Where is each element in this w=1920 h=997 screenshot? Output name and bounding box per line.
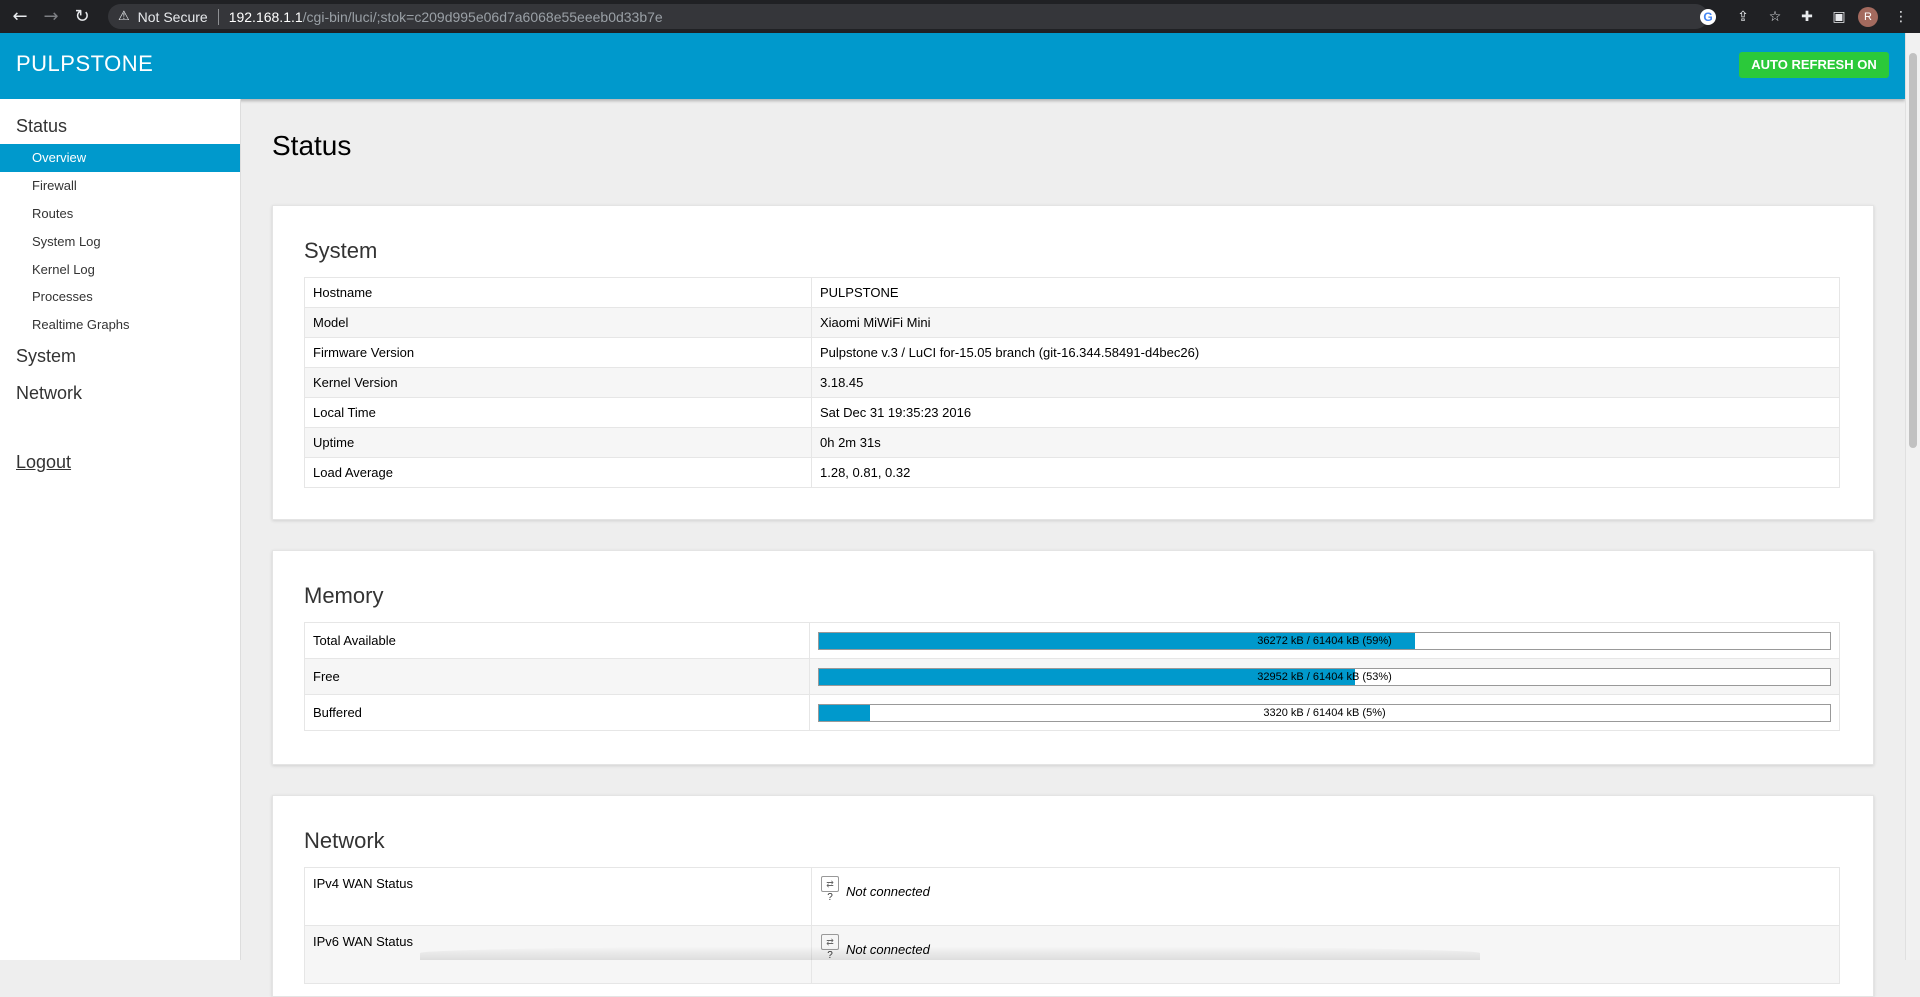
row-value: Xiaomi MiWiFi Mini	[811, 307, 1840, 338]
table-row: Local Time Sat Dec 31 19:35:23 2016	[304, 397, 1840, 428]
table-row: Buffered 3320 kB / 61404 kB (5%)	[304, 694, 1840, 731]
share-icon[interactable]: ⇪	[1730, 9, 1756, 25]
sidebar-network-heading[interactable]: Network	[16, 383, 82, 404]
row-value: Sat Dec 31 19:35:23 2016	[811, 397, 1840, 428]
sidebar-item-realtime-graphs[interactable]: Realtime Graphs	[0, 311, 240, 339]
table-row: Load Average 1.28, 0.81, 0.32	[304, 457, 1840, 488]
sidebar-item-processes[interactable]: Processes	[0, 283, 240, 311]
network-status-icon: ⇄?	[820, 876, 840, 904]
profile-avatar[interactable]: R	[1858, 6, 1878, 27]
memory-card: Memory Total Available 36272 kB / 61404 …	[272, 550, 1874, 765]
memory-bar: 3320 kB / 61404 kB (5%)	[818, 703, 1831, 722]
brand-logo[interactable]: PULPSTONE	[16, 51, 153, 77]
omnibox-divider	[217, 8, 219, 25]
table-row: IPv4 WAN Status ⇄? Not connected	[304, 867, 1840, 926]
network-title: Network	[304, 828, 385, 853]
row-key: Load Average	[304, 457, 812, 488]
row-value: Pulpstone v.3 / LuCI for-15.05 branch (g…	[811, 337, 1840, 368]
sidebar-item-kernel-log[interactable]: Kernel Log	[0, 256, 240, 284]
memory-bar: 32952 kB / 61404 kB (53%)	[818, 667, 1831, 686]
row-value: 36272 kB / 61404 kB (59%)	[809, 622, 1840, 659]
page-scrollbar[interactable]	[1905, 33, 1920, 960]
side-panel-icon[interactable]: ▣	[1826, 9, 1852, 25]
browser-actions: G ⇪ ☆ ✚ ▣ R ⋮	[1700, 0, 1920, 33]
sidebar-item-system-log[interactable]: System Log	[0, 228, 240, 256]
address-bar[interactable]: ⚠ Not Secure 192.168.1.1/cgi-bin/luci/;s…	[108, 4, 1708, 29]
more-menu-icon[interactable]: ⋮	[1888, 9, 1914, 25]
logout-link[interactable]: Logout	[16, 452, 71, 473]
memory-bar-text: 32952 kB / 61404 kB (53%)	[1257, 670, 1392, 683]
sidebar-item-routes[interactable]: Routes	[0, 200, 240, 228]
row-value: 0h 2m 31s	[811, 427, 1840, 458]
extensions-puzzle-icon[interactable]: ✚	[1794, 9, 1820, 25]
auto-refresh-button[interactable]: AUTO REFRESH ON	[1739, 52, 1889, 78]
row-value: 3320 kB / 61404 kB (5%)	[809, 694, 1840, 731]
google-icon[interactable]: G	[1700, 8, 1716, 25]
memory-bar: 36272 kB / 61404 kB (59%)	[818, 631, 1831, 650]
row-key: Firmware Version	[304, 337, 812, 368]
sidebar-item-firewall[interactable]: Firewall	[0, 172, 240, 200]
memory-bar-text: 3320 kB / 61404 kB (5%)	[1263, 706, 1386, 719]
table-row: Firmware Version Pulpstone v.3 / LuCI for…	[304, 337, 1840, 368]
table-row: Uptime 0h 2m 31s	[304, 427, 1840, 458]
sidebar-item-label: Processes	[32, 289, 93, 304]
row-value: PULPSTONE	[811, 277, 1840, 308]
url-path: /cgi-bin/luci/;stok=c209d995e06d7a6068e5…	[302, 8, 663, 25]
sidebar-status-heading[interactable]: Status	[16, 116, 67, 137]
url-host: 192.168.1.1	[228, 8, 303, 25]
row-value: 1.28, 0.81, 0.32	[811, 457, 1840, 488]
sidebar-item-label: System Log	[32, 234, 101, 249]
sidebar-item-overview[interactable]: Overview	[0, 144, 240, 172]
row-key: Hostname	[304, 277, 812, 308]
back-arrow-icon[interactable]: ←	[9, 6, 31, 28]
table-row: Total Available 36272 kB / 61404 kB (59%…	[304, 622, 1840, 659]
reload-icon[interactable]: ↻	[71, 6, 93, 28]
row-key: Kernel Version	[304, 367, 812, 398]
sidebar-item-label: Firewall	[32, 178, 77, 193]
row-key: Free	[304, 658, 810, 695]
network-table: IPv4 WAN Status ⇄? Not connected IPv6 WA…	[304, 867, 1840, 984]
row-key: Model	[304, 307, 812, 338]
row-key: Uptime	[304, 427, 812, 458]
network-card: Network IPv4 WAN Status ⇄? Not connected…	[272, 795, 1874, 997]
memory-table: Total Available 36272 kB / 61404 kB (59%…	[304, 622, 1840, 731]
row-value: 32952 kB / 61404 kB (53%)	[809, 658, 1840, 695]
table-row: Hostname PULPSTONE	[304, 277, 1840, 308]
sidebar: Status Overview Firewall Routes System L…	[0, 99, 241, 960]
security-label: Not Secure	[137, 8, 208, 25]
row-key: IPv4 WAN Status	[304, 867, 812, 926]
row-value: 3.18.45	[811, 367, 1840, 398]
system-card: System Hostname PULPSTONE Model Xiaomi MiW…	[272, 205, 1874, 520]
row-key: Local Time	[304, 397, 812, 428]
icon-caption: ?	[827, 892, 833, 903]
browser-toolbar: ← → ↻ ⚠ Not Secure 192.168.1.1/cgi-bin/l…	[0, 0, 1920, 33]
warning-triangle-icon: ⚠	[118, 9, 130, 24]
app-header: PULPSTONE AUTO REFRESH ON	[0, 33, 1905, 99]
wan-status-text: Not connected	[846, 884, 930, 899]
memory-title: Memory	[304, 583, 384, 608]
bottom-shadow-overlay	[420, 946, 1480, 960]
row-value: ⇄? Not connected	[811, 867, 1840, 926]
sidebar-item-label: Kernel Log	[32, 262, 95, 277]
table-row: Model Xiaomi MiWiFi Mini	[304, 307, 1840, 338]
table-row: Free 32952 kB / 61404 kB (53%)	[304, 658, 1840, 695]
sidebar-item-label: Realtime Graphs	[32, 317, 130, 332]
memory-bar-text: 36272 kB / 61404 kB (59%)	[1257, 634, 1392, 647]
system-title: System	[304, 238, 378, 263]
bookmark-star-icon[interactable]: ☆	[1762, 9, 1788, 25]
row-key: Total Available	[304, 622, 810, 659]
forward-arrow-icon[interactable]: →	[40, 6, 62, 28]
sidebar-item-label: Overview	[32, 150, 87, 165]
table-row: Kernel Version 3.18.45	[304, 367, 1840, 398]
row-key: Buffered	[304, 694, 810, 731]
scrollbar-thumb[interactable]	[1909, 53, 1917, 448]
sidebar-system-heading[interactable]: System	[16, 346, 76, 367]
system-table: Hostname PULPSTONE Model Xiaomi MiWiFi Min…	[304, 277, 1840, 488]
page-title: Status	[272, 130, 352, 161]
sidebar-item-label: Routes	[32, 206, 74, 221]
